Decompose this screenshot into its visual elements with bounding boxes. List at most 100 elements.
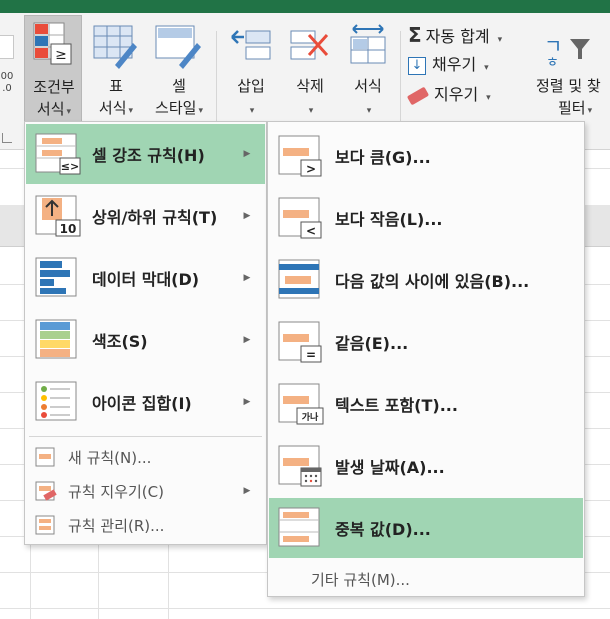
submenu-item-between[interactable]: 다음 값의 사이에 있음(B)... [269,250,583,310]
svg-text:>: > [306,162,316,176]
chevron-down-icon: ▾ [198,106,203,116]
fill-down-icon: ↓ [408,56,426,75]
menu-item-icon-sets[interactable]: 아이콘 집합(I) ▶ [26,372,265,432]
between-icon [278,259,320,299]
submenu-item-less-than[interactable]: < 보다 작음(L)... [269,188,583,248]
date-occurring-icon [278,445,322,487]
clear-button[interactable]: 지우기 ▾ [406,81,491,109]
duplicate-values-icon [278,507,320,547]
color-scales-icon [35,319,77,359]
menu-label-highlight: 셀 강조 규칙(H) [92,146,205,165]
cond-format-line2: 서식 [36,100,65,118]
delete-label: 삭제 [296,77,324,95]
top-bottom-rules-icon: 10 [35,195,81,237]
table-format-line1: 표 [109,77,123,95]
menu-item-new-rule[interactable]: 새 규칙(N)... [26,440,265,474]
submenu-label-duplicate-values: 중복 값(D)... [335,520,431,539]
menu-label-top-bottom: 상위/하위 규칙(T) [92,208,218,227]
cell-style-icon [155,25,201,69]
format-button[interactable]: 서식 ▾ [340,15,396,123]
chevron-down-icon: ▾ [66,107,72,117]
less-than-icon: < [278,197,322,239]
delete-button[interactable]: 삭제 ▾ [282,15,338,123]
submenu-item-more-rules[interactable]: 기타 규칙(M)... [269,562,583,596]
conditional-format-icon: ≥ [33,22,72,65]
menu-item-top-bottom-rules[interactable]: 10 상위/하위 규칙(T) ▶ [26,186,265,246]
highlight-rules-submenu: > 보다 큼(G)... < 보다 작음(L)... 다음 값의 사이에 있음(… [267,121,585,597]
icon-sets-icon [35,381,77,421]
conditional-format-menu: ≤> 셀 강조 규칙(H) ▶ 10 상위/하위 규칙(T) ▶ 데이터 막대(… [24,121,267,545]
menu-item-clear-rules[interactable]: 규칙 지우기(C) ▶ [26,474,265,508]
eraser-icon [406,86,430,105]
autosum-button[interactable]: Σ 자동 합계 ▾ [408,21,502,49]
format-label: 서식 [354,77,382,95]
delete-cells-icon [290,30,329,60]
chevron-right-icon: ▶ [243,335,251,345]
menu-item-highlight-cells-rules[interactable]: ≤> 셀 강조 규칙(H) ▶ [26,124,265,184]
submenu-item-duplicate-values[interactable]: 중복 값(D)... [269,498,583,558]
menu-label-manage-rules: 규칙 관리(R)... [68,516,165,535]
group-launcher-icon[interactable] [2,133,12,143]
menu-label-data-bars: 데이터 막대(D) [92,270,200,289]
insert-button[interactable]: 삽입 ▾ [222,15,280,123]
svg-text:가나: 가나 [302,411,319,423]
insert-cells-icon [231,30,271,60]
submenu-label-between: 다음 값의 사이에 있음(B)... [335,272,530,291]
chevron-down-icon: ▾ [486,93,491,103]
svg-text:≥: ≥ [55,47,67,63]
greater-than-icon: > [278,135,322,177]
chevron-down-icon: ▾ [366,106,372,116]
cond-format-line1: 조건부 [33,78,75,96]
sort-filter-line1: 정렬 및 찾 [536,77,601,95]
submenu-item-date-occurring[interactable]: 발생 날짜(A)... [269,436,583,496]
menu-separator [29,436,262,437]
svg-text:10: 10 [60,222,77,236]
format-cells-icon [350,24,386,64]
autosum-label: 자동 합계 [425,27,490,46]
chevron-down-icon: ▾ [308,106,314,116]
submenu-item-equal-to[interactable]: = 같음(E)... [269,312,583,372]
submenu-label-more-rules: 기타 규칙(M)... [311,570,410,589]
table-format-button[interactable]: 표 서식 ▾ [86,15,146,123]
cell-style-button[interactable]: 셀 스타일 ▾ [146,15,212,123]
menu-item-data-bars[interactable]: 데이터 막대(D) ▶ [26,248,265,308]
submenu-item-greater-than[interactable]: > 보다 큼(G)... [269,126,583,186]
group-divider [400,31,401,131]
svg-text:≤>: ≤> [61,160,79,173]
cell-style-line1: 셀 [172,77,186,95]
submenu-item-text-contains[interactable]: 가나 텍스트 포함(T)... [269,374,583,434]
fill-label: 채우기 [432,55,477,74]
clear-rules-icon [35,481,57,501]
svg-text:ㅎ: ㅎ [546,55,559,67]
menu-label-icon-sets: 아이콘 집합(I) [92,394,192,413]
chevron-down-icon: ▾ [484,63,489,73]
submenu-label-equal-to: 같음(E)... [335,334,409,353]
chevron-down-icon: ▾ [587,106,593,116]
manage-rules-icon [35,515,55,535]
dropdown-edge[interactable] [0,35,14,59]
new-rule-icon [35,447,55,467]
highlight-cells-rules-icon: ≤> [35,133,81,175]
chevron-right-icon: ▶ [243,397,251,407]
fill-button[interactable]: ↓ 채우기 ▾ [408,51,489,79]
chevron-down-icon: ▾ [249,106,255,116]
number-format-partial[interactable]: 00.0 [0,71,14,95]
menu-item-color-scales[interactable]: 색조(S) ▶ [26,310,265,370]
conditional-format-button[interactable]: ≥ 조건부 서식 ▾ [24,15,82,123]
menu-label-clear-rules: 규칙 지우기(C) [68,482,164,501]
insert-label: 삽입 [237,77,265,95]
sort-filter-button[interactable]: ㄱ ㅎ 정렬 및 찾 필터 ▾ [530,15,610,123]
group-divider [216,31,217,131]
svg-text:=: = [306,348,316,362]
sigma-icon: Σ [408,23,422,47]
cell-style-line2: 스타일 [155,99,197,117]
submenu-label-less-than: 보다 작음(L)... [335,210,443,229]
chevron-right-icon: ▶ [243,273,251,283]
submenu-label-text-contains: 텍스트 포함(T)... [335,396,458,415]
text-contains-icon: 가나 [278,383,324,425]
table-format-icon [93,25,137,69]
menu-item-manage-rules[interactable]: 규칙 관리(R)... [26,508,265,542]
table-format-line2: 서식 [98,99,127,117]
svg-text:<: < [306,224,316,238]
title-bar [0,0,610,13]
